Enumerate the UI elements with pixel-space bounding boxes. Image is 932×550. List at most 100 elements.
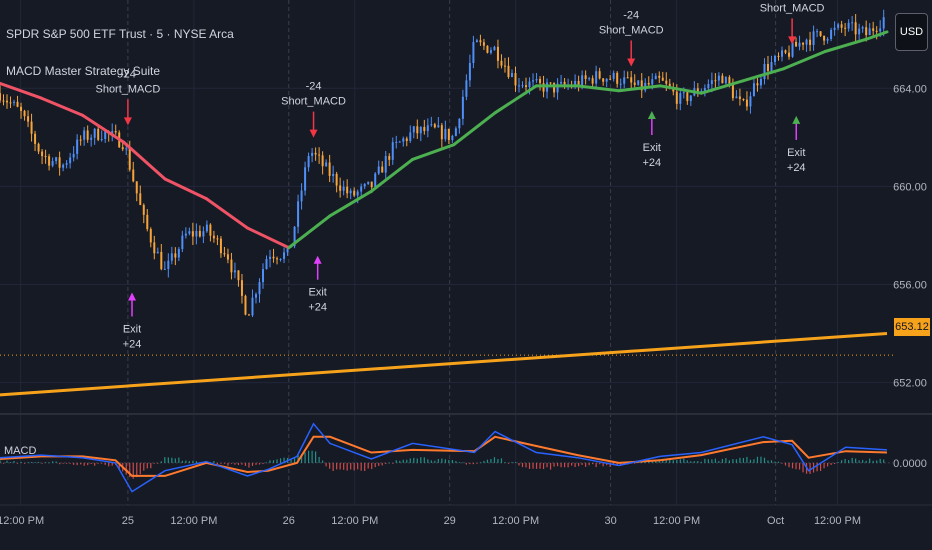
candle-body — [328, 162, 331, 176]
candle-body — [83, 130, 86, 140]
macd-histogram-bar — [94, 462, 96, 466]
candle-body — [13, 101, 16, 103]
macd-histogram-bar — [834, 462, 836, 465]
candle-body — [412, 126, 415, 133]
candle-body — [128, 148, 131, 170]
candle-body — [195, 230, 198, 237]
candle-body — [872, 28, 875, 31]
macd-histogram-bar — [34, 462, 36, 464]
candle-body — [69, 157, 72, 164]
macd-histogram-bar — [549, 462, 552, 470]
macd-histogram-bar — [578, 462, 580, 467]
candle-body — [402, 138, 405, 142]
macd-histogram-bar — [227, 462, 229, 466]
time-tick-label: 12:00 PM — [0, 515, 44, 527]
macd-histogram-bar — [406, 459, 408, 463]
candle-body — [332, 173, 335, 176]
macd-histogram-bar — [244, 462, 247, 466]
macd-histogram-bar — [409, 458, 411, 463]
candle-body — [858, 28, 861, 35]
macd-histogram-bar — [711, 459, 713, 463]
candle-body — [381, 166, 384, 173]
candle-body — [163, 268, 166, 270]
macd-histogram-bar — [378, 462, 380, 466]
candle-body — [833, 27, 836, 30]
macd-histogram-bar — [269, 460, 271, 463]
macd-histogram-bar — [90, 462, 92, 465]
macd-histogram-bar — [774, 461, 776, 463]
macd-pane-label[interactable]: MACD — [4, 445, 36, 457]
macd-histogram-bar — [770, 460, 773, 463]
candle-body — [48, 156, 51, 166]
candle-body — [100, 138, 103, 140]
macd-histogram-bar — [651, 461, 653, 463]
macd-histogram-bar — [413, 457, 415, 463]
candle-body — [135, 181, 138, 194]
candle-body — [58, 157, 61, 168]
macd-histogram-bar — [153, 462, 155, 464]
macd-histogram-bar — [216, 462, 219, 465]
candle-body — [679, 93, 682, 104]
candle-body — [707, 84, 710, 89]
candle-body — [598, 71, 601, 79]
candle-body — [689, 95, 692, 102]
macd-histogram-bar — [255, 462, 257, 465]
chart-stage[interactable]: -24 Short_MACD Exit +24 -24 Short_MACD Exit +24… — [0, 0, 932, 550]
macd-histogram-bar — [311, 450, 313, 463]
candle-body — [475, 40, 478, 43]
macd-histogram-bar — [855, 458, 857, 463]
macd-histogram-bar — [455, 461, 457, 463]
candle-body — [612, 72, 615, 79]
candle-body — [440, 125, 443, 140]
candle-body — [819, 31, 822, 36]
candle-body — [202, 231, 205, 237]
macd-histogram-bar — [753, 459, 755, 463]
candle-body — [142, 204, 145, 215]
candle-body — [177, 249, 180, 258]
macd-histogram-bar — [802, 462, 804, 473]
candle-body — [809, 39, 812, 45]
candle-body — [717, 75, 720, 81]
macd-histogram-bar — [490, 458, 492, 463]
macd-histogram-bar — [521, 462, 524, 468]
macd-histogram-bar — [546, 462, 548, 468]
macd-histogram-bar — [318, 456, 320, 463]
candle-body — [742, 98, 745, 100]
candle-body — [27, 116, 30, 122]
macd-histogram-bar — [234, 462, 236, 465]
currency-button[interactable]: USD — [895, 13, 928, 51]
macd-histogram-bar — [329, 462, 331, 469]
symbol-title[interactable]: SPDR S&P 500 ETF Trust · 5 · NYSE Arca — [6, 27, 234, 41]
candle-body — [461, 96, 464, 119]
macd-histogram-bar — [185, 460, 187, 463]
macd-histogram-bar — [174, 458, 176, 463]
candle-body — [258, 282, 261, 295]
macd-histogram-bar — [798, 462, 801, 470]
macd-histogram-bar — [16, 462, 19, 464]
candle-body — [272, 256, 275, 259]
macd-histogram-bar — [749, 459, 752, 463]
macd-histogram-bar — [143, 462, 145, 471]
macd-histogram-bar — [62, 462, 64, 464]
candle-body — [759, 79, 762, 86]
macd-histogram-bar — [55, 461, 57, 463]
candle-body — [297, 201, 300, 227]
macd-histogram-bar — [690, 461, 692, 463]
macd-histogram-bar — [160, 461, 162, 463]
macd-histogram-bar — [721, 459, 723, 463]
macd-histogram-bar — [732, 459, 734, 463]
macd-histogram-bar — [76, 462, 78, 466]
macd-histogram-bar — [462, 462, 464, 464]
macd-histogram-bar — [101, 462, 103, 464]
candle-body — [535, 78, 538, 81]
macd-histogram-bar — [528, 462, 531, 469]
macd-histogram-bar — [395, 460, 397, 463]
macd-histogram-bar — [514, 461, 517, 463]
candle-body — [395, 141, 398, 143]
candle-body — [97, 128, 100, 140]
macd-histogram-bar — [823, 462, 825, 469]
macd-histogram-bar — [157, 462, 159, 464]
macd-histogram-bar — [746, 456, 748, 463]
macd-histogram-bar — [48, 462, 50, 464]
indicator-title[interactable]: MACD Master Strategy Suite — [6, 64, 160, 78]
